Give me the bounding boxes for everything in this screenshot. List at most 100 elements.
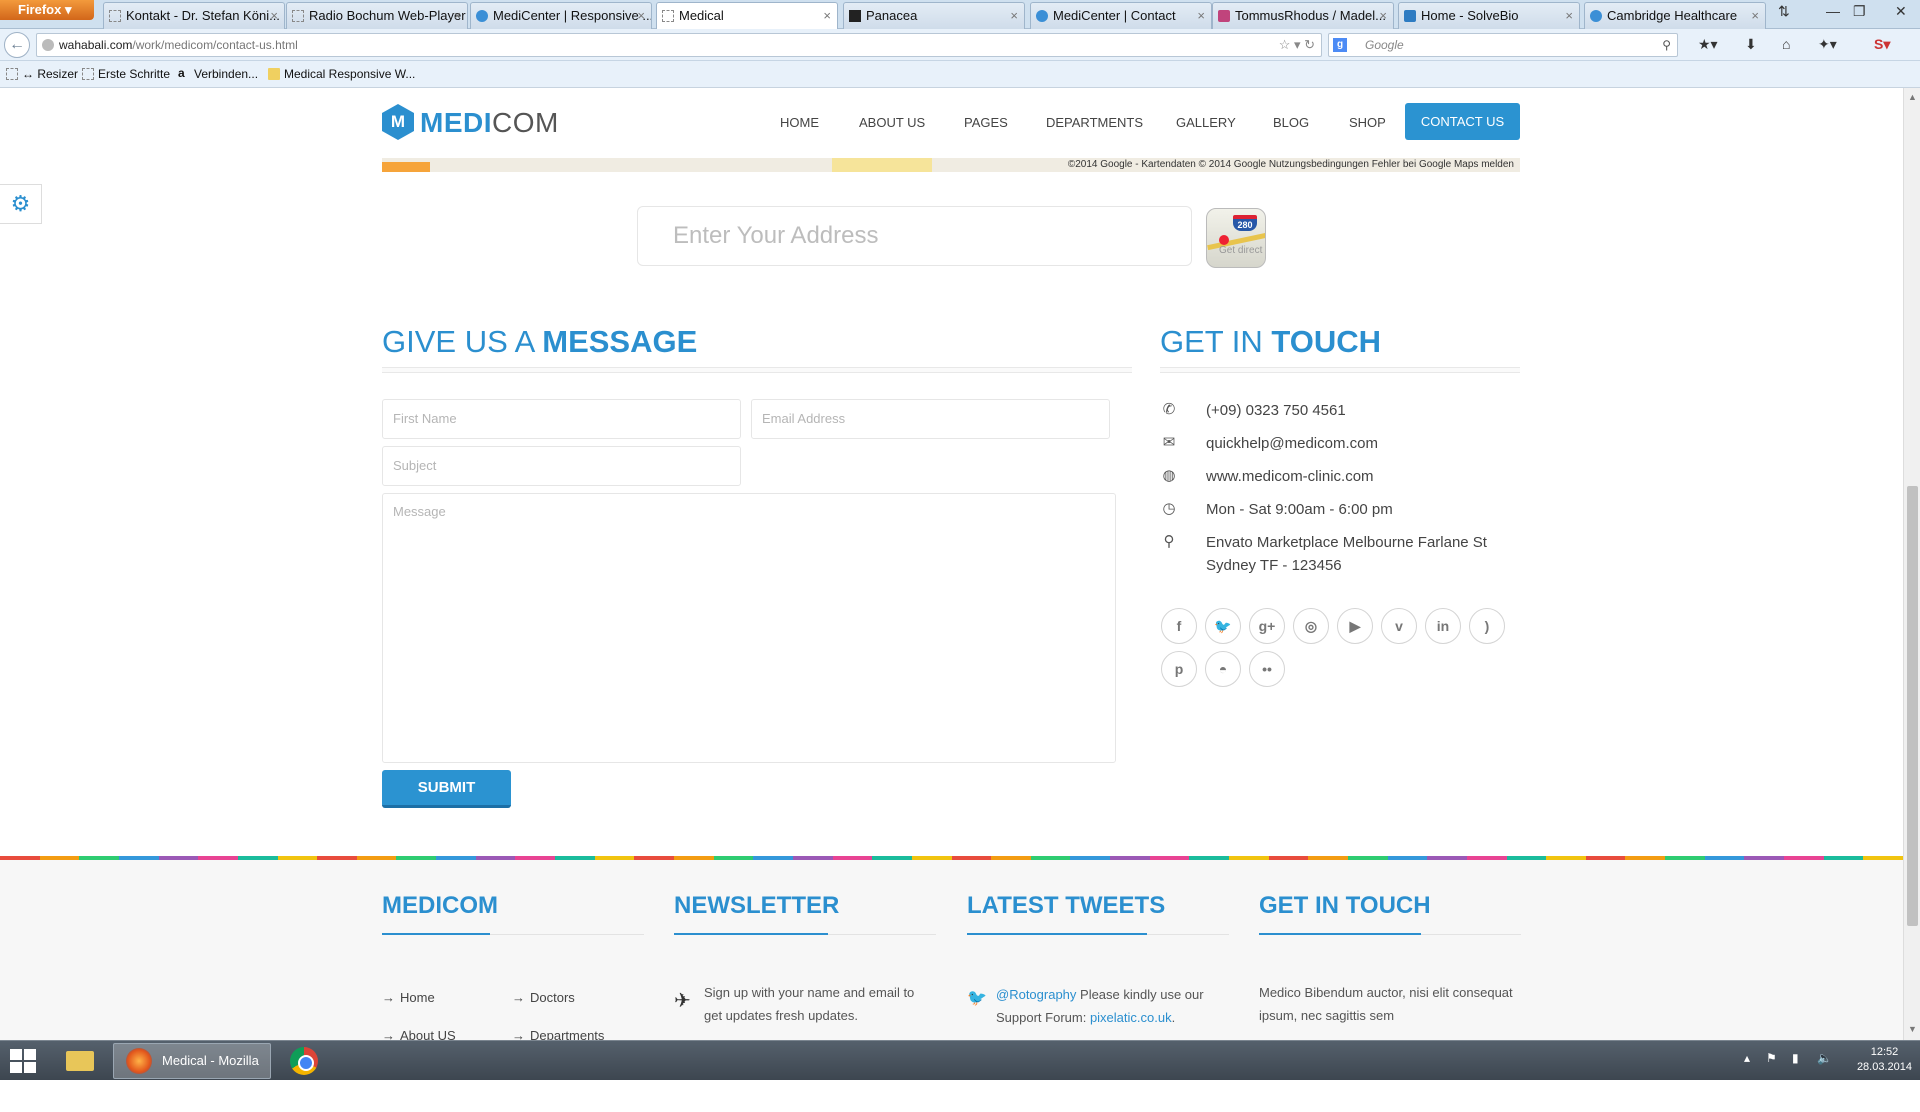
tab-close-icon[interactable]: × [453,3,461,28]
bookmark-resizer[interactable]: ↔ Resizer [6,67,78,81]
vimeo-icon[interactable]: v [1381,608,1417,644]
tab-close-icon[interactable]: × [270,3,278,28]
action-center-flag-icon[interactable]: ⚑ [1766,1051,1777,1065]
first-name-field[interactable]: First Name [382,399,741,439]
email-field[interactable]: Email Address [751,399,1110,439]
close-window-icon[interactable]: ✕ [1895,3,1907,20]
tab-list-icon[interactable]: ⇅ [1778,3,1790,20]
submit-button[interactable]: SUBMIT [382,770,511,808]
tab-7[interactable]: Home - SolveBio × [1398,2,1580,29]
tab-close-icon[interactable]: × [637,3,645,28]
map-credit[interactable]: ©2014 Google - Kartendaten © 2014 Google… [1068,159,1514,170]
chrome-taskbar-button[interactable] [286,1043,322,1079]
tab-4[interactable]: Panacea × [843,2,1025,29]
site-identity-icon[interactable] [42,39,54,51]
twitter-icon[interactable]: 🐦 [1205,608,1241,644]
tweet-handle-link[interactable]: @Rotography [996,987,1076,1002]
folder-icon [66,1051,94,1071]
android-icon[interactable]: ◓ [1205,651,1241,687]
bookmark-star-icon[interactable]: ☆ ▾ ↻ [1279,34,1315,56]
pinterest-icon[interactable]: p [1161,651,1197,687]
menu-pages[interactable]: PAGES [964,115,1008,130]
tab-3[interactable]: Medical × [656,2,838,30]
tab-1[interactable]: Radio Bochum Web-Player × [286,2,468,29]
scroll-down-icon[interactable]: ▼ [1908,1024,1917,1034]
tab-close-icon[interactable]: × [1197,3,1205,28]
bookmark-medical-responsive[interactable]: Medical Responsive W... [268,67,415,81]
get-directions-button[interactable]: 280 Get direct [1206,208,1266,268]
twitter-icon: 🐦 [967,990,987,1007]
firefox-icon [126,1048,152,1074]
divider [1160,367,1520,373]
tab-close-icon[interactable]: × [1751,3,1759,28]
address-input[interactable]: Enter Your Address [637,206,1192,266]
message-textarea[interactable]: Message [382,493,1116,763]
bookmarks-menu-icon[interactable]: ★▾ [1698,36,1718,53]
tab-close-icon[interactable]: × [823,3,831,28]
footer-link-doctors[interactable]: → Doctors [512,990,575,1005]
rss-icon[interactable]: ) [1469,608,1505,644]
url-bar[interactable]: wahabali.com/work/medicom/contact-us.htm… [36,33,1322,57]
google-engine-icon[interactable]: g [1333,38,1347,52]
search-bar[interactable]: g Google ⚲ [1328,33,1678,57]
bookmark-erste-schritte[interactable]: Erste Schritte [82,67,170,81]
footer-touch-title: GET IN TOUCH [1259,892,1431,919]
logo-text-medi: MEDI [420,107,492,138]
tab-8[interactable]: Cambridge Healthcare × [1584,2,1766,29]
subject-field[interactable]: Subject [382,446,741,486]
facebook-icon[interactable]: f [1161,608,1197,644]
tab-close-icon[interactable]: × [1010,3,1018,28]
menu-contact-us-button[interactable]: CONTACT US [1405,103,1520,140]
tab-2[interactable]: MediCenter | Responsive ... × [470,2,652,29]
menu-home[interactable]: HOME [780,115,819,130]
settings-gear-icon[interactable]: ⚙ [0,184,42,224]
firefox-menu-button[interactable]: Firefox ▾ [0,0,94,20]
downloads-icon[interactable]: ⬇ [1745,36,1757,53]
scroll-up-icon[interactable]: ▲ [1908,92,1917,102]
footer-link-home[interactable]: → Home [382,990,435,1005]
firefox-taskbar-button[interactable]: Medical - Mozilla ... [113,1043,271,1102]
tab-0[interactable]: Kontakt - Dr. Stefan Köni... × [103,2,285,29]
dribbble-icon[interactable]: ◎ [1293,608,1329,644]
search-icon[interactable]: ⚲ [1662,34,1671,56]
tweet-forum-link[interactable]: pixelatic.co.uk [1090,1010,1172,1025]
start-button[interactable] [10,1049,36,1073]
menu-shop[interactable]: SHOP [1349,115,1386,130]
home-icon[interactable]: ⌂ [1782,36,1790,52]
tommus-favicon [1218,10,1230,22]
youtube-icon[interactable]: ▶ [1337,608,1373,644]
contact-email-text[interactable]: quickhelp@medicom.com [1206,432,1378,455]
sync-icon[interactable]: S▾ [1874,36,1890,53]
scrollbar-thumb[interactable] [1907,486,1918,926]
restore-icon[interactable]: ❐ [1853,3,1866,20]
addon-icon[interactable]: ✦▾ [1818,36,1837,53]
google-map[interactable]: ©2014 Google - Kartendaten © 2014 Google… [382,158,1520,172]
clock[interactable]: 12:52 28.03.2014 [1857,1045,1912,1075]
menu-departments[interactable]: DEPARTMENTS [1046,115,1143,130]
arrow-right-icon: → [512,1028,525,1040]
back-button[interactable]: ← [4,32,30,58]
tab-close-icon[interactable]: × [1379,3,1387,28]
footer-link-about[interactable]: → About US [382,1028,456,1040]
menu-blog[interactable]: BLOG [1273,115,1309,130]
menu-about-us[interactable]: ABOUT US [859,115,925,130]
flickr-icon[interactable]: •• [1249,651,1285,687]
menu-gallery[interactable]: GALLERY [1176,115,1236,130]
minimize-icon[interactable]: — [1826,3,1840,19]
touch-section-title: GET IN TOUCH [1160,324,1382,359]
tab-close-icon[interactable]: × [1565,3,1573,28]
footer-tweets-title: LATEST TWEETS [967,892,1166,919]
tray-expand-icon[interactable]: ▴ [1744,1051,1750,1065]
linkedin-icon[interactable]: in [1425,608,1461,644]
tab-6[interactable]: TommusRhodus / Madel... × [1212,2,1394,29]
bookmark-verbinden[interactable]: a Verbinden... [178,66,258,81]
contact-phone-text[interactable]: (+09) 0323 750 4561 [1206,399,1346,422]
google-plus-icon[interactable]: g+ [1249,608,1285,644]
network-icon[interactable]: ▮ [1792,1051,1799,1065]
explorer-taskbar-button[interactable] [62,1043,98,1079]
contact-website-text[interactable]: www.medicom-clinic.com [1206,465,1374,488]
tab-5[interactable]: MediCenter | Contact × [1030,2,1212,29]
page-scrollbar[interactable]: ▲ ▼ [1903,88,1920,1040]
footer-link-departments[interactable]: → Departments [512,1028,604,1040]
volume-icon[interactable]: 🔈 [1817,1051,1832,1065]
